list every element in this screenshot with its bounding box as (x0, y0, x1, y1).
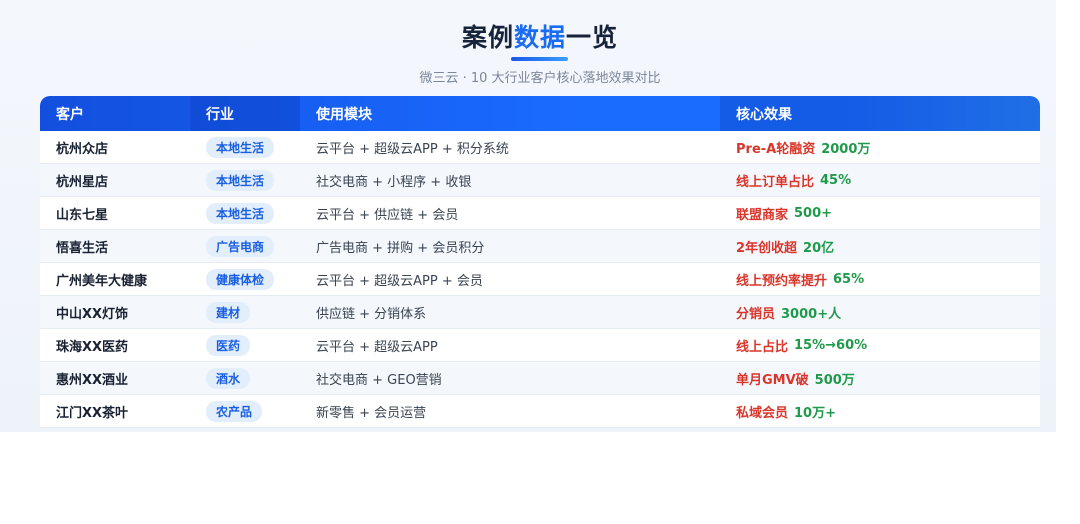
modules-cell: 云平台 + 供应链 + 会员 (316, 207, 459, 223)
modules-cell: 广告电商 + 拼购 + 会员积分 (316, 240, 485, 256)
modules-cell: 云平台 + 超级云APP (316, 339, 438, 355)
modules-cell: 云平台 + 超级云APP + 会员 (316, 273, 483, 289)
industry-tag: 本地生活 (206, 136, 275, 158)
industry-tag: 健康体检 (206, 268, 275, 290)
effect-value: 500+ (794, 205, 833, 221)
table-row: 山东七星 本地生活 云平台 + 供应链 + 会员 联盟商家 500+ (40, 197, 1040, 230)
effect-value: 3000+人 (781, 306, 842, 322)
industry-tag: 本地生活 (206, 169, 275, 191)
effect-cell: 线上预约率提升 65% (720, 263, 1040, 295)
client-name: 杭州众店 (56, 141, 109, 157)
modules-cell: 社交电商 + GEO营销 (316, 372, 442, 388)
table-row: 杭州星店 本地生活 社交电商 + 小程序 + 收银 线上订单占比 45% (40, 164, 1040, 197)
effect-label: 线上预约率提升 (736, 273, 828, 289)
effect-label: 分销员 (736, 306, 776, 322)
effect-cell: 线上占比 15%→60% (720, 329, 1040, 361)
effect-value: 45% (820, 172, 852, 188)
effect-label: 联盟商家 (736, 207, 789, 223)
table-row: 惠州XX酒业 酒水 社交电商 + GEO营销 单月GMV破 500万 (40, 362, 1040, 395)
table-header: 客户 行业 使用模块 核心效果 (40, 96, 1040, 131)
client-name: 江门XX茶叶 (56, 405, 129, 421)
effect-cell: 私域会员 10万+ (720, 395, 1040, 427)
client-name: 珠海XX医药 (56, 339, 129, 355)
effect-value: 65% (833, 271, 865, 287)
effect-value: 10万+ (794, 405, 836, 421)
title-highlight: 数据 (513, 23, 566, 52)
title-suffix: 一览 (566, 23, 619, 52)
client-name: 山东七星 (56, 207, 109, 223)
effect-cell: 线上订单占比 45% (720, 164, 1040, 196)
effect-cell: 单月GMV破 500万 (720, 362, 1040, 394)
effect-value: 2000万 (821, 141, 871, 157)
title-prefix: 案例 (461, 23, 514, 52)
effect-label: Pre-A轮融资 (736, 141, 816, 157)
effect-cell: 联盟商家 500+ (720, 197, 1040, 229)
effect-value: 15%→60% (794, 337, 868, 353)
column-header-client: 客户 (40, 96, 190, 131)
effect-cell: 2年创收超 20亿 (720, 230, 1040, 262)
column-header-effect: 核心效果 (720, 96, 1040, 131)
table-row: 悟喜生活 广告电商 广告电商 + 拼购 + 会员积分 2年创收超 20亿 (40, 230, 1040, 263)
industry-tag: 本地生活 (206, 202, 275, 224)
effect-cell: Pre-A轮融资 2000万 (720, 131, 1040, 163)
industry-tag: 医药 (206, 334, 251, 356)
table-body: 杭州众店 本地生活 云平台 + 超级云APP + 积分系统 Pre-A轮融资 20… (40, 131, 1040, 428)
effect-label: 私域会员 (736, 405, 789, 421)
case-table: 客户 行业 使用模块 核心效果 杭州众店 本地生活 云平台 + 超级云APP +… (40, 96, 1040, 428)
industry-tag: 广告电商 (206, 235, 275, 257)
effect-label: 线上订单占比 (736, 174, 815, 190)
case-data-panel: 案例数据一览 微三云 · 10 大行业客户核心落地效果对比 客户 行业 使用模块… (0, 0, 1056, 432)
modules-cell: 云平台 + 超级云APP + 积分系统 (316, 141, 509, 157)
table-row: 中山XX灯饰 建材 供应链 + 分销体系 分销员 3000+人 (40, 296, 1040, 329)
client-name: 广州美年大健康 (56, 273, 148, 289)
client-name: 中山XX灯饰 (56, 306, 129, 322)
client-name: 悟喜生活 (56, 240, 109, 256)
page-title: 案例数据一览 (0, 18, 1056, 54)
effect-label: 线上占比 (736, 339, 789, 355)
effect-cell: 分销员 3000+人 (720, 296, 1040, 328)
table-row: 杭州众店 本地生活 云平台 + 超级云APP + 积分系统 Pre-A轮融资 20… (40, 131, 1040, 164)
effect-value: 500万 (814, 372, 855, 388)
client-name: 杭州星店 (56, 174, 109, 190)
column-header-modules: 使用模块 (316, 106, 372, 123)
effect-value: 20亿 (803, 240, 835, 256)
industry-tag: 农产品 (206, 400, 263, 422)
title-underline (511, 57, 568, 61)
industry-tag: 酒水 (206, 367, 251, 389)
column-header-industry: 行业 (190, 96, 300, 131)
client-name: 惠州XX酒业 (56, 372, 129, 388)
table-row: 珠海XX医药 医药 云平台 + 超级云APP 线上占比 15%→60% (40, 329, 1040, 362)
effect-label: 单月GMV破 (736, 372, 809, 388)
modules-cell: 社交电商 + 小程序 + 收银 (316, 174, 472, 190)
effect-label: 2年创收超 (736, 240, 798, 256)
page-subtitle: 微三云 · 10 大行业客户核心落地效果对比 (419, 71, 661, 86)
industry-tag: 建材 (206, 301, 251, 323)
modules-cell: 供应链 + 分销体系 (316, 306, 427, 322)
modules-cell: 新零售 + 会员运营 (316, 405, 427, 421)
table-row: 广州美年大健康 健康体检 云平台 + 超级云APP + 会员 线上预约率提升 65… (40, 263, 1040, 296)
table-row: 江门XX茶叶 农产品 新零售 + 会员运营 私域会员 10万+ (40, 395, 1040, 428)
